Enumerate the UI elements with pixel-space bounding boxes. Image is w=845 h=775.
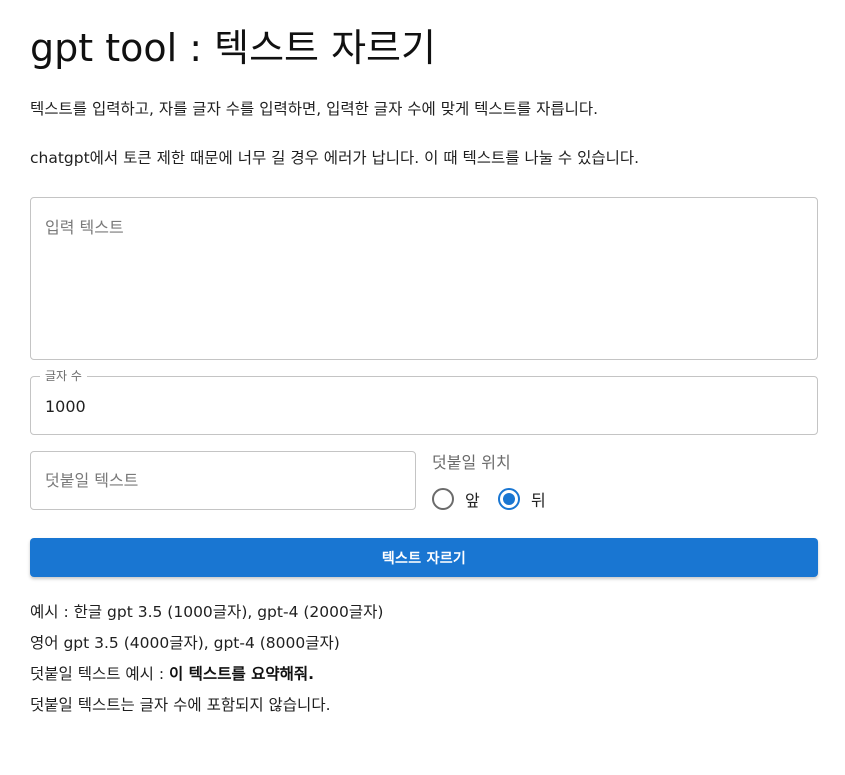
notes-list: 예시 : 한글 gpt 3.5 (1000글자), gpt-4 (2000글자)… xyxy=(30,597,383,721)
radio-front[interactable]: 앞 xyxy=(432,487,480,511)
radio-back[interactable]: 뒤 xyxy=(498,487,546,511)
char-count-field: 글자 수 xyxy=(30,369,818,435)
note-line-1: 예시 : 한글 gpt 3.5 (1000글자), gpt-4 (2000글자) xyxy=(30,603,384,621)
append-position-label: 덧붙일 위치 xyxy=(432,453,511,472)
input-text-area[interactable] xyxy=(30,197,818,360)
page: gpt tool : 텍스트 자르기 텍스트를 입력하고, 자를 글자 수를 입… xyxy=(0,0,845,775)
description-line-1: 텍스트를 입력하고, 자를 글자 수를 입력하면, 입력한 글자 수에 맞게 텍… xyxy=(30,100,599,118)
note-line-4: 덧붙일 텍스트는 글자 수에 포함되지 않습니다. xyxy=(30,696,331,714)
char-count-label: 글자 수 xyxy=(40,369,87,383)
note-line-3-prefix: 덧붙일 텍스트 예시 : xyxy=(30,665,170,683)
radio-back-label: 뒤 xyxy=(531,491,546,510)
note-line-2: 영어 gpt 3.5 (4000글자), gpt-4 (8000글자) xyxy=(30,634,340,652)
append-text-input[interactable] xyxy=(30,451,416,510)
note-line-3-example: 이 텍스트를 요약해줘. xyxy=(169,665,315,683)
radio-back-circle-icon[interactable] xyxy=(498,488,520,510)
radio-front-label: 앞 xyxy=(465,491,480,510)
page-title: gpt tool : 텍스트 자르기 xyxy=(30,26,436,70)
char-count-input[interactable] xyxy=(45,393,785,419)
note-line-3: 덧붙일 텍스트 예시 : 이 텍스트를 요약해줘. xyxy=(30,659,383,690)
radio-front-circle-icon[interactable] xyxy=(432,488,454,510)
split-text-button[interactable]: 텍스트 자르기 xyxy=(30,538,818,577)
description-line-2: chatgpt에서 토큰 제한 때문에 너무 길 경우 에러가 납니다. 이 때… xyxy=(30,149,640,167)
